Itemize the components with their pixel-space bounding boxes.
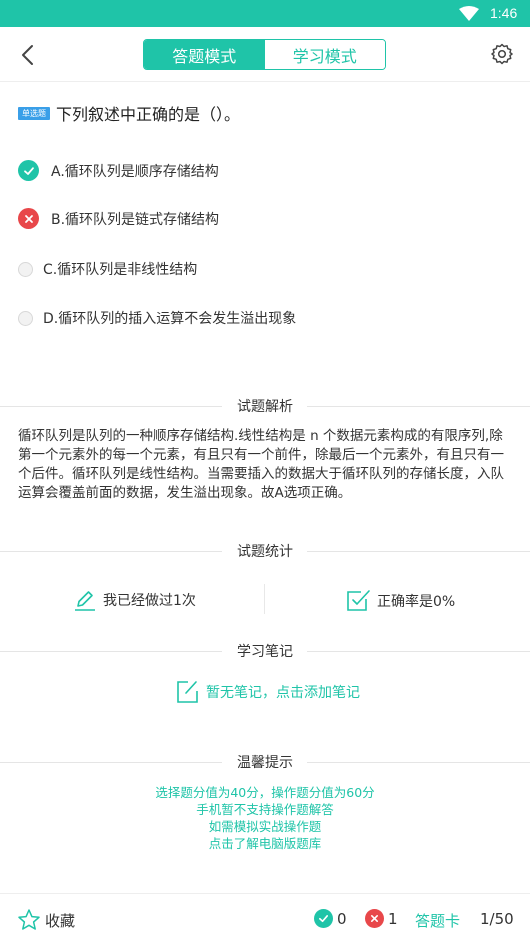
option-b[interactable]: B.循环队列是链式存储结构 — [18, 208, 219, 229]
wrong-count-value: 1 — [388, 909, 398, 928]
check-icon — [314, 909, 333, 928]
status-bar: 1:46 — [0, 0, 530, 27]
stat-done-text: 我已经做过1次 — [103, 593, 196, 609]
question-text: 下列叙述中正确的是（）。 — [56, 105, 241, 124]
page-indicator: 1/50 — [480, 910, 514, 928]
notes-title: 学习笔记 — [237, 644, 293, 660]
tips-block[interactable]: 选择题分值为40分，操作题分值为60分 手机暂不支持操作题解答 如需模拟实战操作… — [0, 784, 530, 852]
tips-link[interactable]: 点击了解电脑版题库 — [0, 835, 530, 852]
radio-circle-icon — [18, 310, 33, 326]
option-b-label: B.循环队列是链式存储结构 — [51, 211, 220, 228]
cross-icon — [18, 208, 39, 229]
tips-line: 如需模拟实战操作题 — [208, 819, 322, 834]
radio-circle-icon — [18, 261, 33, 277]
stat-done: 我已经做过1次 — [73, 588, 196, 612]
add-note-button[interactable]: 暂无笔记，点击添加笔记 — [175, 679, 360, 704]
tips-title: 温馨提示 — [237, 755, 293, 771]
pencil-icon — [75, 591, 95, 611]
analysis-text: 循环队列是队列的一种顺序存储结构.线性结构是 n 个数据元素构成的有限序列,除第… — [18, 428, 504, 501]
analysis-divider: 试题解析 — [0, 396, 530, 416]
mode-switch: 答题模式 学习模式 — [143, 39, 386, 70]
status-time: 1:46 — [490, 5, 518, 21]
option-c-label: C.循环队列是非线性结构 — [43, 262, 198, 278]
option-a-label: A.循环队列是顺序存储结构 — [51, 163, 219, 180]
favorite-label: 收藏 — [45, 911, 76, 930]
tips-line: 手机暂不支持操作题解答 — [196, 802, 334, 817]
notes-divider: 学习笔记 — [0, 641, 530, 661]
question-type-badge: 单选题 — [18, 106, 50, 120]
checkbox-icon — [347, 590, 370, 611]
analysis-title: 试题解析 — [237, 399, 293, 415]
option-d[interactable]: D.循环队列的插入运算不会发生溢出现象 — [18, 308, 296, 328]
stats-title: 试题统计 — [237, 544, 293, 560]
cross-icon — [365, 909, 384, 928]
tips-divider: 温馨提示 — [0, 752, 530, 772]
stats-row: 我已经做过1次 正确率是0% — [0, 584, 530, 616]
favorite-button[interactable]: 收藏 — [17, 908, 75, 932]
stats-divider: 试题统计 — [0, 541, 530, 561]
tips-line: 选择题分值为40分，操作题分值为60分 — [155, 785, 375, 800]
tab-study-mode[interactable]: 学习模式 — [264, 40, 385, 69]
correct-count-value: 0 — [337, 909, 347, 928]
answer-card-button[interactable]: 答题卡 — [415, 910, 460, 931]
option-c[interactable]: C.循环队列是非线性结构 — [18, 259, 197, 279]
top-header: 答题模式 学习模式 — [0, 27, 530, 82]
tab-answer-mode[interactable]: 答题模式 — [144, 40, 265, 69]
correct-count: 0 — [314, 909, 347, 928]
add-note-label: 暂无笔记，点击添加笔记 — [206, 684, 360, 701]
wifi-icon — [459, 6, 479, 21]
check-icon — [18, 160, 39, 181]
bottom-bar: 收藏 0 1 答题卡 1/50 — [0, 893, 530, 945]
stat-rate-text: 正确率是0% — [377, 593, 456, 610]
wrong-count: 1 — [365, 909, 398, 928]
back-arrow-icon[interactable] — [16, 41, 40, 69]
stat-rate: 正确率是0% — [346, 588, 455, 613]
star-icon — [18, 909, 40, 930]
option-a[interactable]: A.循环队列是顺序存储结构 — [18, 160, 219, 181]
option-d-label: D.循环队列的插入运算不会发生溢出现象 — [43, 311, 297, 327]
edit-note-icon — [177, 681, 198, 703]
gear-icon[interactable] — [491, 43, 513, 65]
question-stem: 单选题 下列叙述中正确的是（）。 — [18, 101, 240, 125]
stats-separator — [264, 584, 265, 614]
